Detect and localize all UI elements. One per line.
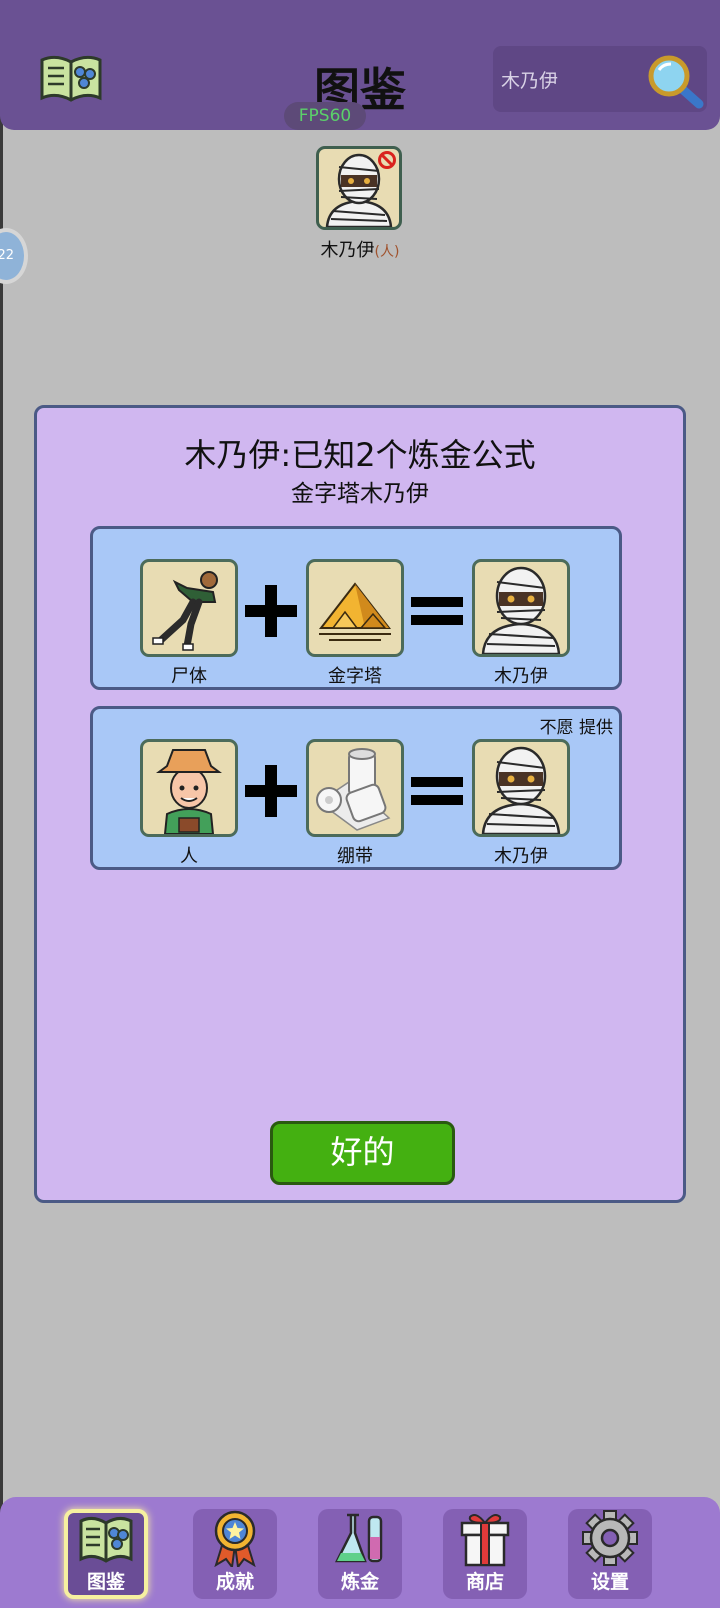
- item-name: 木乃伊(人): [300, 236, 420, 262]
- pyramid-icon: [318, 582, 392, 641]
- recipe-dialog: 木乃伊:已知2个炼金公式 金字塔木乃伊 尸体 金字塔 木乃伊 不愿 提供 人 绷…: [34, 405, 686, 1203]
- ingredient-label: 尸体: [171, 666, 207, 687]
- nav-item-alchemy[interactable]: 炼金: [318, 1509, 402, 1599]
- search-icon[interactable]: [643, 52, 705, 110]
- nav-label: 成就: [215, 1571, 254, 1593]
- bottom-nav: 图鉴 成就 炼金 商店 设置: [0, 1497, 720, 1608]
- nav-item-achievements[interactable]: 成就: [193, 1509, 277, 1599]
- ingredient-slot[interactable]: [140, 559, 238, 657]
- ingredient-slot[interactable]: [140, 739, 238, 837]
- result-slot[interactable]: [472, 559, 570, 657]
- gift-icon: [456, 1509, 514, 1567]
- item-tag: (人): [374, 244, 400, 260]
- book-icon: [77, 1509, 135, 1567]
- ingredient-slot[interactable]: [306, 739, 404, 837]
- mummy-icon: [481, 566, 561, 656]
- nav-item-settings[interactable]: 设置: [568, 1509, 652, 1599]
- nav-label: 图鉴: [86, 1571, 125, 1593]
- medal-icon: [206, 1509, 264, 1570]
- gear-icon: [581, 1509, 639, 1567]
- ingredient-slot[interactable]: [306, 559, 404, 657]
- item-name-text: 木乃伊: [320, 240, 375, 261]
- recipe-note: 不愿 提供: [539, 718, 613, 738]
- side-bubble[interactable]: 22: [0, 228, 28, 284]
- nav-item-illustrated[interactable]: 图鉴: [64, 1509, 148, 1599]
- plus-icon: [241, 761, 301, 821]
- recipe-row: 尸体 金字塔 木乃伊: [90, 526, 622, 690]
- nav-label: 设置: [590, 1571, 629, 1593]
- ingredient-label: 绷带: [337, 846, 373, 867]
- ingredient-label: 人: [180, 846, 198, 867]
- result-label: 木乃伊: [494, 666, 548, 687]
- result-label: 木乃伊: [494, 846, 548, 867]
- bandage-icon: [316, 748, 391, 831]
- nav-label: 炼金: [340, 1571, 379, 1593]
- plus-icon: [241, 581, 301, 641]
- ok-button[interactable]: 好的: [270, 1121, 455, 1185]
- fps-badge: FPS60: [284, 102, 366, 130]
- ingredient-label: 金字塔: [328, 666, 382, 687]
- nav-label: 商店: [465, 1571, 504, 1593]
- search-input[interactable]: 木乃伊: [501, 66, 558, 93]
- result-slot[interactable]: [472, 739, 570, 837]
- flask-icon: [331, 1509, 389, 1567]
- equals-icon: [407, 581, 467, 641]
- dialog-subtitle: 金字塔木乃伊: [291, 481, 429, 507]
- person-icon: [156, 749, 222, 835]
- mummy-icon: [481, 746, 561, 836]
- no-entry-icon: [377, 150, 397, 170]
- recipe-row: 不愿 提供 人 绷带 木乃伊: [90, 706, 622, 870]
- corpse-icon: [152, 571, 218, 651]
- equals-icon: [407, 761, 467, 821]
- dialog-title: 木乃伊:已知2个炼金公式: [184, 436, 536, 474]
- nav-item-shop[interactable]: 商店: [443, 1509, 527, 1599]
- search-field[interactable]: 木乃伊: [493, 46, 707, 112]
